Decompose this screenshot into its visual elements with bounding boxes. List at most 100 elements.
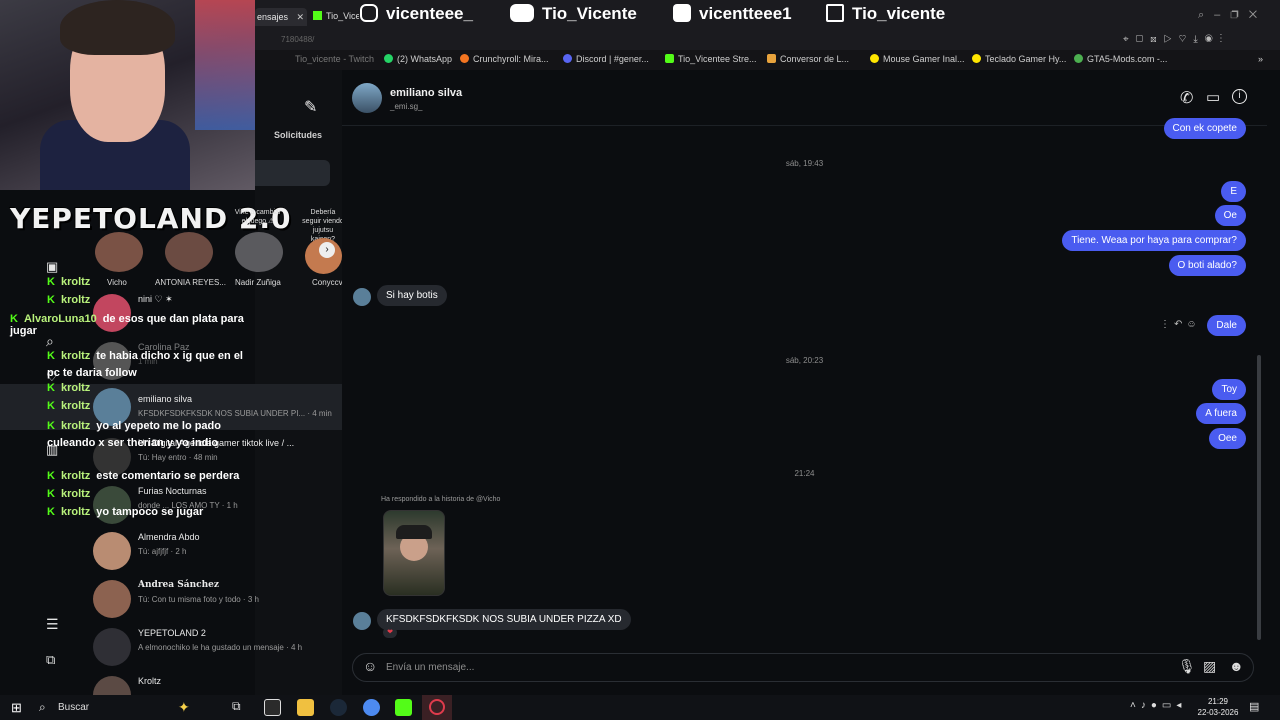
more-bookmarks-icon[interactable]: » [1258,54,1263,64]
mercadolibre-icon [870,54,879,63]
chat-line: Kkroltz [47,294,91,306]
story-avatar[interactable] [235,232,283,272]
menu-icon[interactable]: ⋮ [1220,34,1230,45]
clock-date: 22-03-2026 [1197,708,1239,717]
microphone-icon[interactable]: ● [1151,700,1162,711]
heart-reaction-icon[interactable]: ❤ [383,627,397,638]
play-icon[interactable]: ▷ [1164,34,1179,45]
phone-icon[interactable]: ✆ [1180,88,1193,108]
minimize-icon[interactable]: – [1214,9,1230,21]
volume-icon[interactable]: ♪ [1141,700,1151,711]
video-call-icon[interactable]: ▭ [1206,88,1220,106]
scrollbar-thumb[interactable] [1257,355,1261,640]
message-bubble-outgoing[interactable]: O boti alado? [1168,255,1246,276]
bookmark-item[interactable]: Conversor de L... [767,54,849,64]
chat-line: Kkroltz te habia dicho x ig que en el pc … [47,350,243,379]
bookmark-item[interactable]: Tio_vicente - Twitch [295,54,374,64]
taskbar-search[interactable]: ⌕ Buscar ✦ [30,697,220,718]
bookmark-item[interactable]: GTA5-Mods.com -... [1074,54,1167,64]
message-bubble-outgoing[interactable]: Toy [1212,379,1246,400]
bookmark-item[interactable]: Mouse Gamer Inal... [870,54,965,64]
chrome-icon[interactable] [363,699,380,716]
message-bubble-outgoing[interactable]: Oe [1214,205,1246,226]
download-icon[interactable]: ⤓ [1193,34,1204,45]
restore-icon[interactable]: ❐ [1230,9,1248,21]
close-icon[interactable]: ✕ [1249,9,1267,21]
store-icon[interactable] [264,699,281,716]
message-bubble-outgoing[interactable]: E [1221,181,1246,202]
message-input[interactable]: Envía un mensaje... [386,662,474,673]
search-input[interactable] [255,160,330,186]
address-bar[interactable]: 7180488/ ⌖▢⊠▷♡⤓◉⋮ [255,32,1280,50]
windows-start-icon[interactable]: ⊞ [11,700,22,716]
kick-app-icon[interactable] [395,699,412,716]
instagram-icon [360,4,378,22]
emoji-icon[interactable]: ☺ [363,658,377,674]
notifications-icon[interactable]: ▤ [1249,700,1259,713]
bookmark-item[interactable]: Tio_Vicentee Stre... [665,54,757,64]
message-bubble-incoming[interactable]: KFSDKFSDKFKSDK NOS SUBIA UNDER PIZZA XD [377,609,631,630]
story-thumbnail[interactable] [383,510,445,596]
contact-name[interactable]: emiliano silva [390,87,462,99]
conversation-name: YEPETOLAND 2 [138,628,206,638]
favorite-icon[interactable]: ♡ [1179,34,1194,45]
contact-avatar-small [353,288,371,306]
bookmark-item[interactable]: Teclado Gamer Hy... [972,54,1066,64]
microphone-icon[interactable]: 🎙︎ [1178,658,1196,675]
kick-icon: K [47,420,55,432]
conversation-preview: Tú: ajfjfjf · 2 h [138,547,187,556]
obs-icon [429,699,445,715]
youtube-icon [510,4,534,22]
emoji-react-icon[interactable]: ☺ [1186,319,1200,330]
message-bubble-outgoing[interactable]: Con ek copete [1163,118,1246,139]
browser-tab-active[interactable]: ensajes ✕ [255,8,307,26]
message-bubble-outgoing[interactable]: Tiene. Weaa por haya para comprar? [1062,230,1246,251]
story-avatar[interactable] [165,232,213,272]
whatsapp-icon [384,54,393,63]
clock[interactable]: 21:29 22-03-2026 [1196,696,1240,718]
compose-icon[interactable]: ✎ [304,97,317,117]
chat-line: Kkroltz [47,400,91,412]
message-bubble-outgoing[interactable]: A fuera [1196,403,1246,424]
network-icon[interactable]: ▭ [1162,700,1176,711]
stream-chat-overlay: Kkroltz Kkroltz K AlvaroLuna10 de esos que… [0,276,260,526]
speaker-icon[interactable]: ◂ [1176,700,1186,711]
info-icon[interactable]: i [1232,89,1247,104]
reply-icon[interactable]: ↶ [1174,319,1186,330]
copy-icon[interactable]: ▢ [1136,34,1151,45]
browser-tab[interactable]: Tio_Vicente Stre [313,11,359,25]
chat-line: Kkroltz [47,488,91,500]
requests-tab[interactable]: Solicitudes [274,130,322,140]
kick-icon: K [47,470,55,482]
task-view-icon[interactable]: ⧉ [232,699,241,714]
message-bubble-outgoing[interactable]: Dale [1207,315,1246,336]
steam-icon[interactable] [330,699,347,716]
avatar [93,532,131,570]
bookmark-item[interactable]: Crunchyroll: Mira... [460,54,549,64]
search-label: Buscar [58,702,90,713]
active-app[interactable] [422,695,452,720]
pin-icon[interactable]: ⌖ [1123,34,1136,45]
message-bubble-incoming[interactable]: Si hay botis [377,285,447,306]
kick-icon: K [47,294,55,306]
reels-icon[interactable]: ▣ [46,259,58,275]
message-composer[interactable]: ☺ Envía un mensaje... 🎙︎ ▨ ☻ [352,653,1254,682]
sticker-icon[interactable]: ☻ [1229,658,1244,674]
window-controls: ⌕–❐✕ [1198,9,1267,22]
profile-icon[interactable]: ◉ [1205,34,1220,45]
bookmark-item[interactable]: (2) WhatsApp [384,54,452,64]
tab-close-icon[interactable]: ✕ [297,12,305,22]
bookmark-item[interactable]: Discord | #gener... [563,54,649,64]
contact-avatar[interactable] [352,83,382,113]
avatar [93,676,131,695]
story-item[interactable]: Vicho [95,232,143,287]
chevron-up-icon[interactable]: ˄ [1130,700,1141,711]
file-explorer-icon[interactable] [297,699,314,716]
image-icon[interactable]: ▨ [1203,658,1216,675]
more-icon[interactable]: ⋮ [1160,319,1174,330]
timestamp: sáb, 20:23 [785,356,824,365]
extension-icon[interactable]: ⊠ [1150,34,1163,45]
chevron-right-icon[interactable]: › [319,242,335,258]
message-bubble-outgoing[interactable]: Oee [1209,428,1246,449]
search-icon[interactable]: ⌕ [1198,9,1214,21]
